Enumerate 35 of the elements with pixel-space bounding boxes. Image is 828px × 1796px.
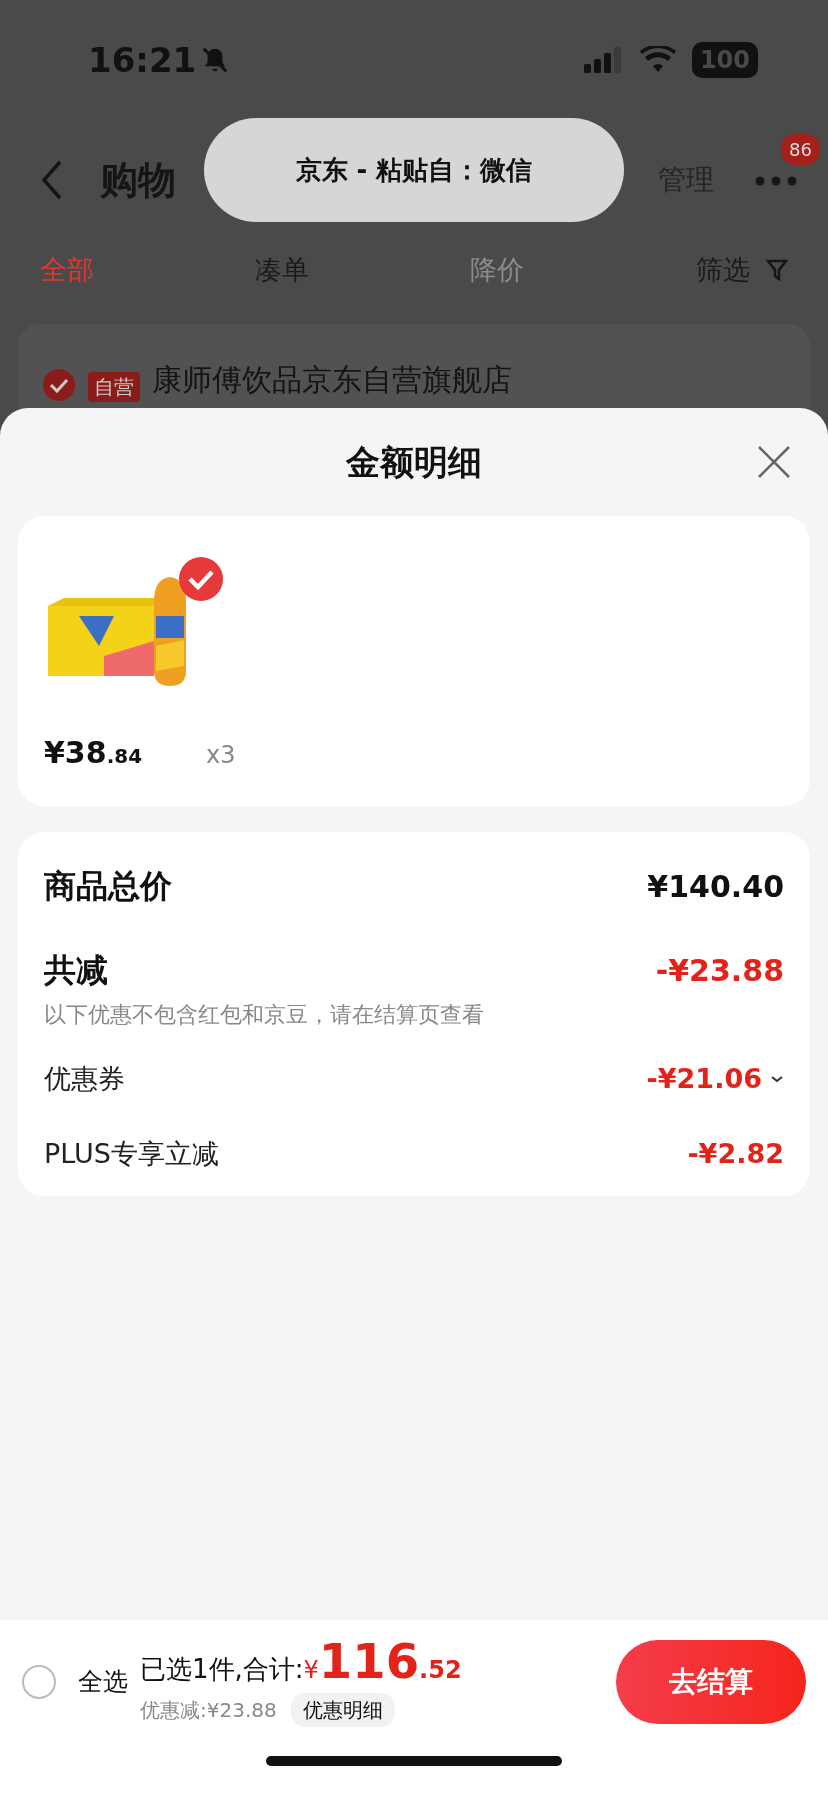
filter-tab[interactable]: 全部 xyxy=(40,249,255,291)
check-icon[interactable] xyxy=(178,556,224,602)
notification-count: 86 xyxy=(781,134,820,165)
signal-icon xyxy=(583,47,624,73)
discount-detail-button[interactable]: 优惠明细 xyxy=(290,1693,395,1727)
summary-label: 商品总价 xyxy=(44,866,172,907)
summary-label: 共减 xyxy=(44,950,108,991)
product-price: ¥38.84 xyxy=(44,734,143,772)
status-time: 16:21 xyxy=(88,38,197,82)
select-all-checkbox[interactable] xyxy=(22,1665,56,1699)
discount-label: 优惠券 xyxy=(44,1062,125,1096)
more-icon[interactable] xyxy=(754,174,798,187)
summary-value: ¥140.40 xyxy=(647,867,784,906)
chevron-down-icon[interactable] xyxy=(770,1074,784,1085)
select-all-label[interactable]: 全选 xyxy=(78,1663,128,1701)
selected-count: 已选1件,合计: xyxy=(140,1653,304,1686)
discount-value: -¥23.88 xyxy=(655,951,784,990)
discount-value: -¥2.82 xyxy=(687,1136,784,1171)
battery-icon: 100 xyxy=(691,42,758,78)
store-name[interactable]: 康师傅饮品京东自营旗舰店 xyxy=(152,357,512,402)
close-button[interactable] xyxy=(756,444,792,480)
product-quantity: x3 xyxy=(206,740,236,771)
check-icon xyxy=(42,368,76,402)
discount-label: PLUS专享立减 xyxy=(44,1136,219,1171)
back-icon[interactable] xyxy=(40,159,64,201)
discount-note: 以下优惠不包含红包和京豆，请在结算页查看 xyxy=(44,1001,485,1029)
filter-icon[interactable] xyxy=(766,258,788,282)
checkout-button[interactable]: 去结算 xyxy=(616,1640,806,1724)
wifi-icon xyxy=(639,46,676,74)
sheet-title: 金额明细 xyxy=(346,440,482,484)
paste-toast: 京东 - 粘贴自：微信 xyxy=(204,118,624,222)
store-tag: 自营 xyxy=(88,372,140,402)
discount-value: -¥21.06 xyxy=(646,1062,762,1096)
total-price: ¥116.52 xyxy=(303,1637,462,1688)
saving-text: 优惠减:¥23.88 xyxy=(140,1697,277,1724)
